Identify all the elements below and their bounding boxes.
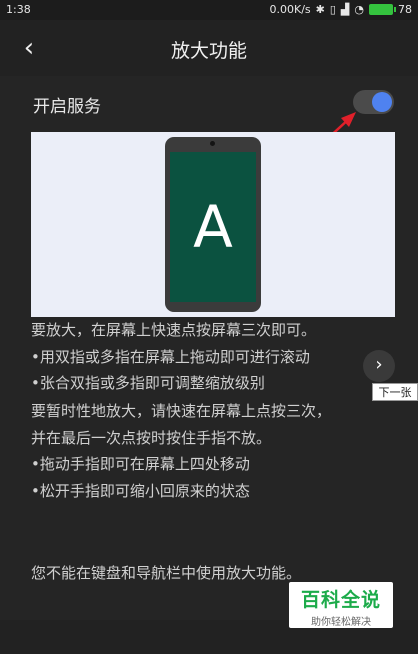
status-time: 1:38 bbox=[6, 3, 31, 16]
instruction-line: •用双指或多指在屏幕上拖动即可进行滚动 bbox=[31, 347, 310, 366]
network-speed: 0.00K/s bbox=[269, 3, 311, 16]
preview-letter: A bbox=[193, 193, 233, 261]
camera-icon bbox=[210, 141, 215, 146]
toggle-knob bbox=[372, 92, 392, 112]
status-icons: 0.00K/s ✱ ▯ ▟ ◔ 78 bbox=[269, 3, 412, 16]
service-toggle[interactable] bbox=[353, 90, 394, 114]
instructions-paragraph-1: 要放大，在屏幕上快速点按屏幕三次即可。 •用双指或多指在屏幕上拖动即可进行滚动 … bbox=[31, 317, 316, 397]
instruction-line: •拖动手指即可在屏幕上四处移动 bbox=[31, 455, 250, 473]
status-bar: 1:38 0.00K/s ✱ ▯ ▟ ◔ 78 bbox=[0, 0, 418, 20]
service-row[interactable]: 开启服务 bbox=[0, 82, 418, 122]
next-button[interactable]: › bbox=[363, 350, 395, 382]
instruction-line: 要暂时性地放大，请快速在屏幕上点按三次， bbox=[31, 402, 332, 420]
watermark-title: 百科全说 bbox=[300, 589, 381, 611]
service-label: 开启服务 bbox=[33, 97, 101, 117]
instruction-line: 要放大，在屏幕上快速点按屏幕三次即可。 bbox=[31, 321, 317, 339]
instruction-line: •张合双指或多指即可调整缩放级别 bbox=[31, 374, 265, 392]
instruction-line: 并在最后一次点按时按住手指不放。 bbox=[31, 428, 272, 447]
instructions-paragraph-3: 您不能在键盘和导航栏中使用放大功能。 bbox=[31, 560, 301, 587]
watermark-logo: 百科全说 助你轻松解决 bbox=[289, 582, 393, 628]
chevron-right-icon: › bbox=[375, 354, 383, 375]
preview-image: A bbox=[31, 132, 395, 317]
signal-icon: ▟ bbox=[340, 3, 350, 16]
page-title: 放大功能 bbox=[170, 40, 247, 62]
vibrate-icon: ▯ bbox=[329, 3, 336, 16]
bluetooth-icon: ✱ bbox=[315, 3, 325, 16]
title-bar: ‹ 放大功能 bbox=[0, 20, 418, 76]
watermark-subtitle: 助你轻松解决 bbox=[311, 617, 371, 628]
battery-icon bbox=[369, 4, 396, 15]
phone-screen: A bbox=[170, 152, 256, 302]
instruction-line: •松开手指即可缩小回原来的状态 bbox=[31, 481, 250, 500]
next-tooltip: 下一张 bbox=[372, 383, 418, 401]
phone-illustration: A bbox=[165, 137, 261, 312]
battery-level: 78 bbox=[398, 3, 412, 16]
wifi-icon: ◔ bbox=[354, 3, 364, 16]
instruction-line: 您不能在键盘和导航栏中使用放大功能。 bbox=[31, 564, 302, 582]
instructions-paragraph-2: 要暂时性地放大，请快速在屏幕上点按三次， 并在最后一次点按时按住手指不放。 •拖… bbox=[31, 398, 331, 504]
